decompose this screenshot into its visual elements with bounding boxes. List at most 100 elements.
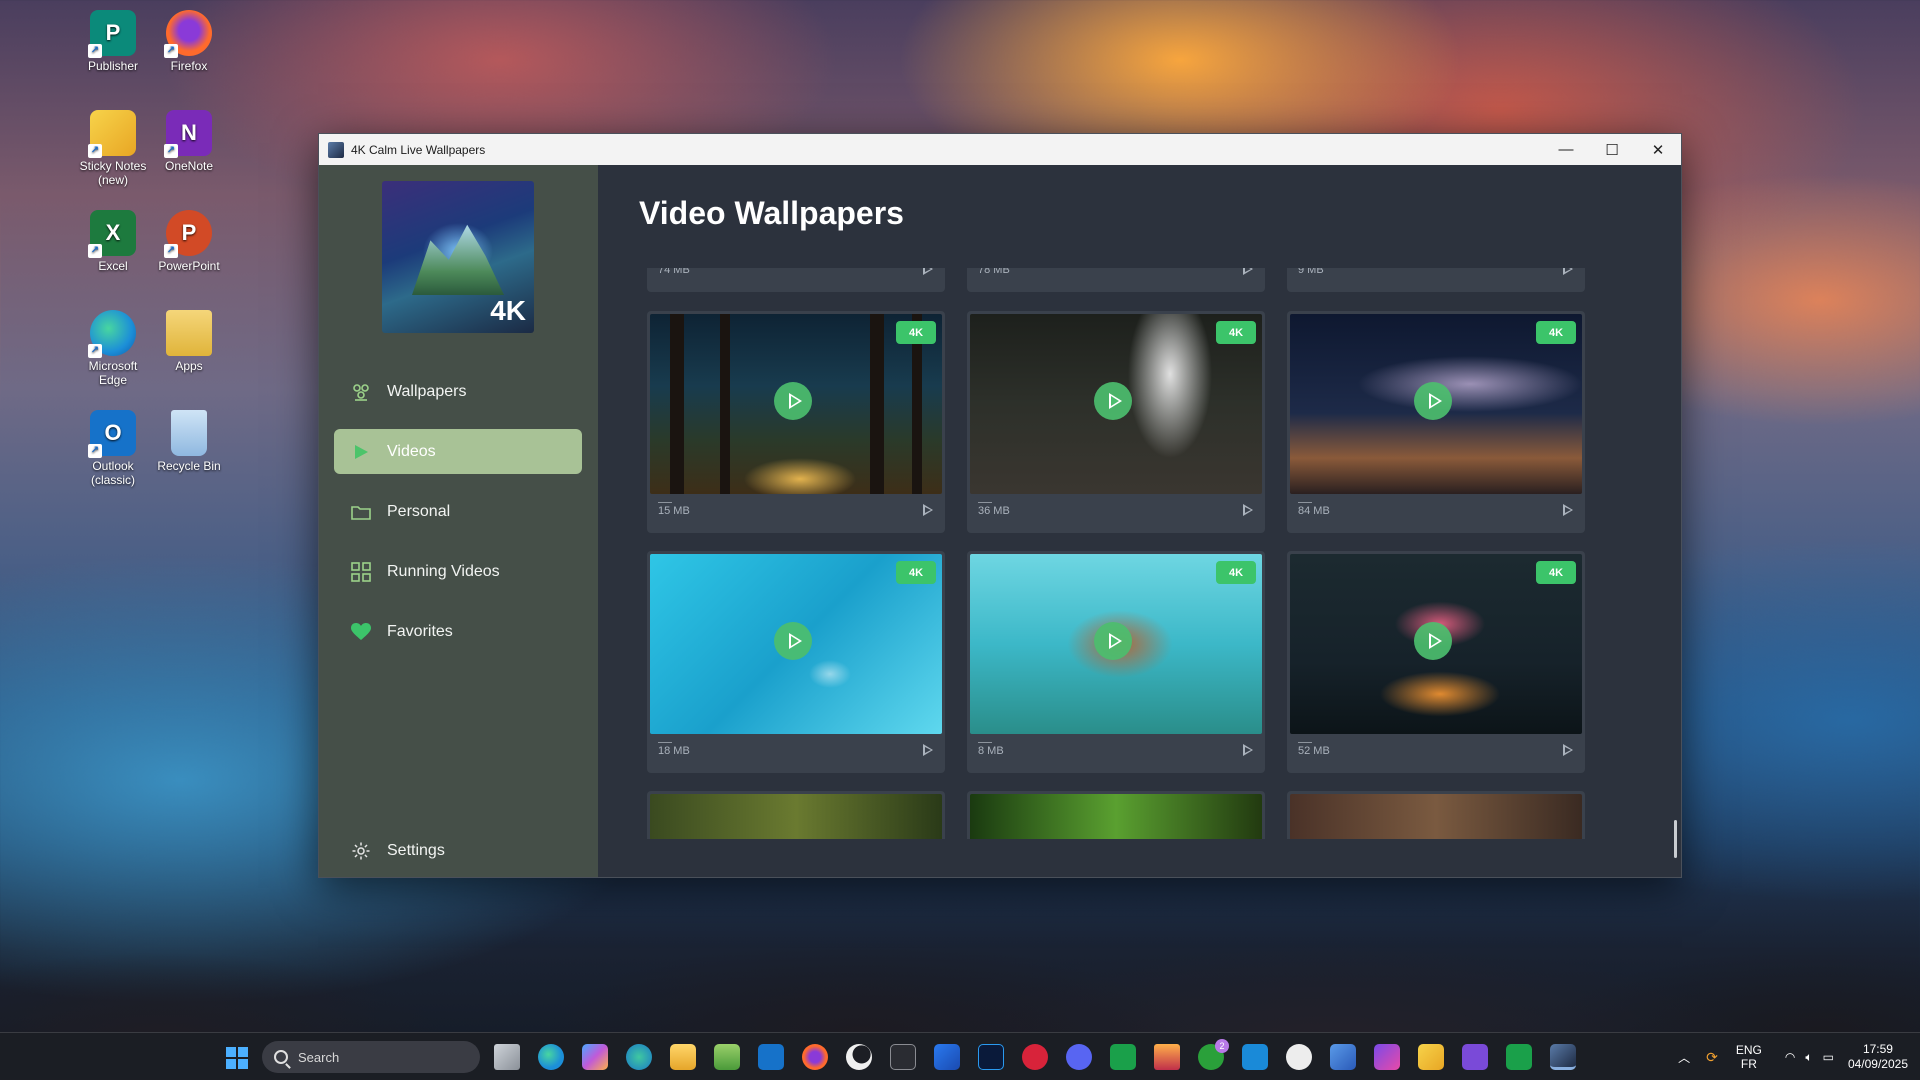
- vscode-icon[interactable]: [1242, 1044, 1268, 1070]
- torch-app-icon[interactable]: [1154, 1044, 1180, 1070]
- preview-play-icon[interactable]: [923, 504, 933, 516]
- preview-play-icon[interactable]: [1563, 504, 1573, 516]
- preview-play-icon[interactable]: [1243, 268, 1253, 275]
- sidebar-item-videos[interactable]: Videos: [334, 429, 582, 474]
- system-tray: ︿ ⟳ ENG FR ◠ 🔈︎ ▭ 17:59 04/09/2025: [1668, 1033, 1920, 1080]
- publisher-icon: P ↗: [88, 10, 136, 58]
- firefox-icon[interactable]: [802, 1044, 828, 1070]
- file-size: 15 MB: [658, 502, 690, 517]
- close-button[interactable]: ✕: [1635, 134, 1681, 165]
- wallpaper-card[interactable]: [967, 791, 1265, 839]
- minimize-button[interactable]: —: [1543, 134, 1589, 165]
- file-explorer-icon[interactable]: [670, 1044, 696, 1070]
- taskbar-search[interactable]: Search: [262, 1041, 480, 1073]
- desktop-icon-edge[interactable]: ↗ Microsoft Edge: [74, 310, 152, 387]
- start-button[interactable]: [226, 1047, 248, 1069]
- visual-studio-icon[interactable]: [1462, 1044, 1488, 1070]
- wallpaper-card[interactable]: [1287, 791, 1585, 839]
- clock[interactable]: 17:59 04/09/2025: [1848, 1042, 1908, 1072]
- chevron-up-icon[interactable]: ︿: [1678, 1049, 1690, 1066]
- infinity-app-icon[interactable]: [1110, 1044, 1136, 1070]
- sidebar-item-wallpapers[interactable]: Wallpapers: [334, 369, 582, 414]
- remote-desktop-icon[interactable]: [1330, 1044, 1356, 1070]
- photoshop-icon[interactable]: [978, 1044, 1004, 1070]
- language-indicator[interactable]: ENG FR: [1736, 1043, 1762, 1071]
- preview-play-icon[interactable]: [1243, 744, 1253, 756]
- wallpaper-card[interactable]: 4K 84 MB: [1287, 311, 1585, 533]
- play-button[interactable]: [774, 622, 812, 660]
- title-bar[interactable]: 4K Calm Live Wallpapers — ☐ ✕: [319, 134, 1681, 165]
- outlook-icon[interactable]: [758, 1044, 784, 1070]
- wifi-icon[interactable]: ◠: [1785, 1050, 1795, 1064]
- pinterest-icon[interactable]: [1022, 1044, 1048, 1070]
- maximize-button[interactable]: ☐: [1589, 134, 1635, 165]
- sync-icon[interactable]: ⟳: [1706, 1049, 1718, 1066]
- battery-icon[interactable]: ▭: [1823, 1050, 1834, 1064]
- desktop-icon-firefox[interactable]: ↗ Firefox: [150, 10, 228, 73]
- wallpaper-card[interactable]: 4K 15 MB: [647, 311, 945, 533]
- file-size: 9 MB: [1298, 268, 1324, 276]
- logo-landscape: [412, 224, 504, 295]
- chatgpt-icon[interactable]: [1286, 1044, 1312, 1070]
- moon-app-icon[interactable]: [846, 1044, 872, 1070]
- window-title: 4K Calm Live Wallpapers: [351, 142, 486, 157]
- desktop-icon-label: Publisher: [87, 59, 139, 73]
- instagram-app-icon[interactable]: [1374, 1044, 1400, 1070]
- notepad-icon[interactable]: [714, 1044, 740, 1070]
- desktop-icon-onenote[interactable]: N ↗ OneNote: [150, 110, 228, 173]
- sidebar-item-running-videos[interactable]: Running Videos: [334, 549, 582, 594]
- wallpaper-card[interactable]: 4K 18 MB: [647, 551, 945, 773]
- file-size: 8 MB: [978, 742, 1004, 757]
- wallpaper-card[interactable]: 74 MB: [647, 268, 945, 292]
- wallpapers-icon: [350, 381, 372, 403]
- preview-play-icon[interactable]: [1243, 504, 1253, 516]
- wallpaper-card[interactable]: 9 MB: [1287, 268, 1585, 292]
- wallpaper-card[interactable]: 78 MB: [967, 268, 1265, 292]
- desktop-icon-excel[interactable]: X ↗ Excel: [74, 210, 152, 273]
- 4k-badge: 4K: [896, 321, 936, 344]
- folder-icon: [350, 501, 372, 523]
- scrollbar[interactable]: [1674, 820, 1677, 858]
- desktop-icon-apps[interactable]: Apps: [150, 310, 228, 373]
- xbox-icon[interactable]: 2: [1198, 1039, 1229, 1070]
- play-button[interactable]: [1414, 622, 1452, 660]
- calm-wallpapers-taskbar-icon[interactable]: [1550, 1044, 1576, 1070]
- sheets-icon[interactable]: [1506, 1044, 1532, 1070]
- desktop-icon-powerpoint[interactable]: P ↗ PowerPoint: [150, 210, 228, 273]
- copilot-icon[interactable]: [582, 1044, 608, 1070]
- time-text: 17:59: [1862, 1042, 1893, 1056]
- terminal-icon[interactable]: [890, 1044, 916, 1070]
- play-icon: [1428, 633, 1442, 649]
- file-size: 52 MB: [1298, 742, 1330, 757]
- app-logo: 4K: [382, 181, 534, 333]
- desktop-icon-outlook[interactable]: O ↗ Outlook (classic): [74, 410, 152, 487]
- desktop-icon-sticky-notes[interactable]: ↗ Sticky Notes (new): [74, 110, 152, 187]
- preview-play-icon[interactable]: [1563, 744, 1573, 756]
- sticky-notes-icon[interactable]: [1418, 1044, 1444, 1070]
- desktop-icon-publisher[interactable]: P ↗ Publisher: [74, 10, 152, 73]
- wallpaper-card[interactable]: [647, 791, 945, 839]
- preview-play-icon[interactable]: [1563, 268, 1573, 275]
- wallpaper-card[interactable]: 4K 8 MB: [967, 551, 1265, 773]
- volume-icon[interactable]: 🔈︎: [1805, 1050, 1812, 1065]
- sidebar-item-favorites[interactable]: Favorites: [334, 609, 582, 654]
- wallpaper-card[interactable]: 4K 52 MB: [1287, 551, 1585, 773]
- wallpaper-card[interactable]: 4K 36 MB: [967, 311, 1265, 533]
- sidebar-item-personal[interactable]: Personal: [334, 489, 582, 534]
- edge-icon[interactable]: [538, 1044, 564, 1070]
- discord-icon[interactable]: [1066, 1044, 1092, 1070]
- desktop-icon-label: Sticky Notes (new): [79, 159, 147, 187]
- play-button[interactable]: [1094, 622, 1132, 660]
- play-icon: [1428, 393, 1442, 409]
- task-view-icon[interactable]: [494, 1044, 520, 1070]
- play-button[interactable]: [1414, 382, 1452, 420]
- play-button[interactable]: [774, 382, 812, 420]
- edge-beta-icon[interactable]: [626, 1044, 652, 1070]
- sidebar-item-settings[interactable]: Settings: [334, 828, 582, 873]
- play-button[interactable]: [1094, 382, 1132, 420]
- desktop-icon-recycle-bin[interactable]: Recycle Bin: [150, 410, 228, 473]
- preview-play-icon[interactable]: [923, 744, 933, 756]
- outlook-icon: O ↗: [88, 410, 136, 458]
- todo-icon[interactable]: [934, 1044, 960, 1070]
- preview-play-icon[interactable]: [923, 268, 933, 275]
